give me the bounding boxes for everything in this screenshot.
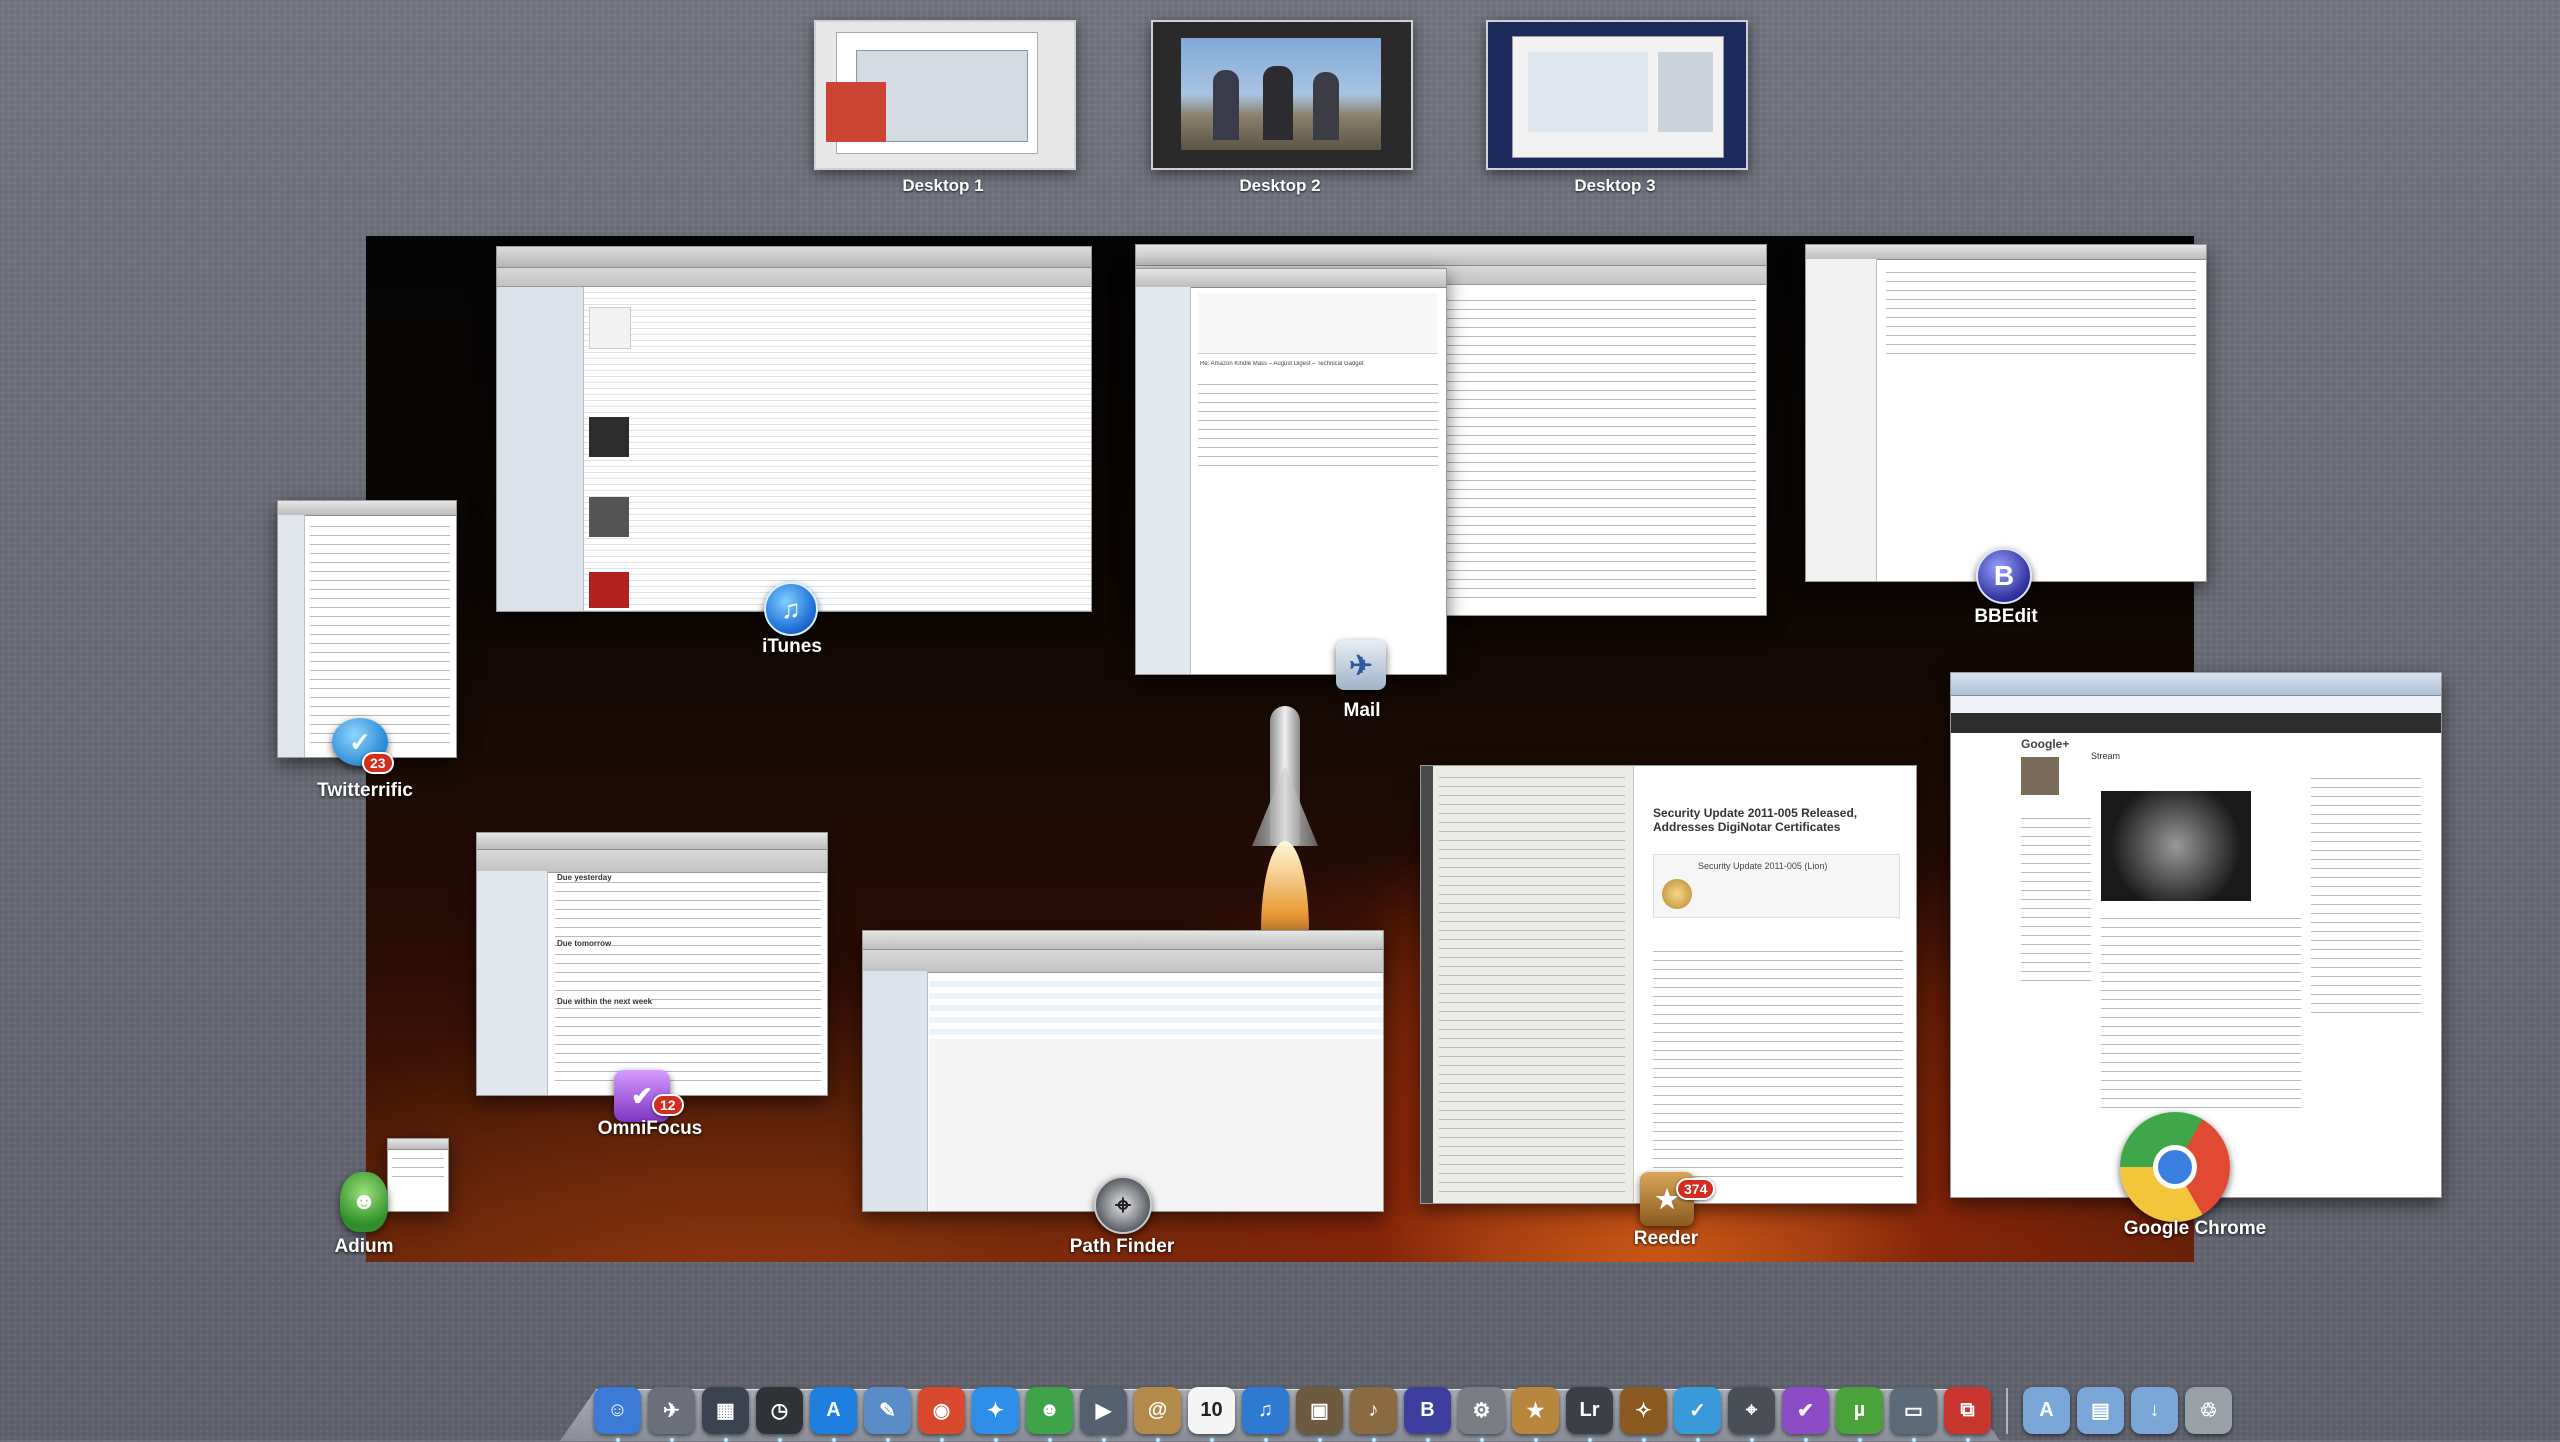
mail-label: Mail <box>1343 700 1381 721</box>
mail-icon[interactable]: ✈ <box>1336 640 1386 690</box>
dock-documents-folder-icon[interactable]: ▤ <box>2077 1387 2124 1434</box>
reeder-article-title: Security Update 2011-005 Released, Addre… <box>1653 806 1858 834</box>
dock-lightroom-icon[interactable]: Lr <box>1566 1387 1613 1442</box>
dock-dashboard-icon[interactable]: ◷ <box>756 1387 803 1442</box>
dock-system-prefs-icon[interactable]: ⚙ <box>1458 1387 1505 1442</box>
running-indicator <box>939 1438 944 1442</box>
running-indicator <box>1155 1438 1160 1442</box>
path-finder-window[interactable] <box>862 930 1384 1212</box>
dock-twitterrific-icon[interactable]: ✓ <box>1674 1387 1721 1442</box>
dock-bbedit-icon[interactable]: B <box>1404 1387 1451 1442</box>
dock-ical-icon[interactable]: 10 <box>1188 1387 1235 1442</box>
space-desktop-1-thumbnail[interactable] <box>814 20 1076 170</box>
running-indicator <box>723 1438 728 1442</box>
path-finder-icon[interactable]: ⌖ <box>1094 1176 1152 1234</box>
mail-compose-window[interactable]: Re: Amazon Kindle Mass – August Digest –… <box>1135 268 1447 675</box>
running-indicator <box>831 1438 836 1442</box>
running-indicator <box>669 1438 674 1442</box>
dock-finder-icon[interactable]: ☺ <box>594 1387 641 1442</box>
running-indicator <box>1587 1438 1592 1442</box>
omnifocus-section-due-tomorrow: Due tomorrow <box>557 939 612 948</box>
dock-mission-control-icon[interactable]: ▦ <box>702 1387 749 1442</box>
reeder-label: Reeder <box>1633 1228 1699 1249</box>
running-indicator <box>1047 1438 1052 1442</box>
space-desktop-3-thumbnail[interactable] <box>1486 20 1748 170</box>
chrome-stream-heading: Stream <box>2091 751 2121 761</box>
running-indicator <box>1479 1438 1484 1442</box>
dock-app-store-icon[interactable]: A <box>810 1387 857 1442</box>
dock-address-book-icon[interactable]: @ <box>1134 1387 1181 1442</box>
dock-preview-icon[interactable]: ✎ <box>864 1387 911 1442</box>
reeder-badge: 374 <box>1676 1178 1716 1200</box>
running-indicator <box>777 1438 782 1442</box>
running-indicator <box>885 1438 890 1442</box>
running-indicator <box>1371 1438 1376 1442</box>
running-indicator <box>1749 1438 1754 1442</box>
running-indicator <box>1641 1438 1646 1442</box>
bbedit-label: BBEdit <box>1974 606 2038 627</box>
reeder-update-name: Security Update 2011-005 (Lion) <box>1698 861 1828 871</box>
dock-disk-utility-icon[interactable]: ▭ <box>1890 1387 1937 1442</box>
dock-reeder-icon[interactable]: ★ <box>1512 1387 1559 1442</box>
reeder-window[interactable]: Security Update 2011-005 Released, Addre… <box>1420 765 1917 1204</box>
dock-applications-folder-icon[interactable]: A <box>2023 1387 2070 1434</box>
adium-window[interactable] <box>387 1138 449 1212</box>
omnifocus-section-due-yesterday: Due yesterday <box>557 873 612 882</box>
google-plus-logo: Google+ <box>2021 737 2070 751</box>
dock-chrome-icon[interactable]: ◉ <box>918 1387 965 1442</box>
itunes-icon[interactable]: ♫ <box>764 582 818 636</box>
space-desktop-3-label: Desktop 3 <box>1574 176 1656 195</box>
space-desktop-1-label: Desktop 1 <box>902 176 984 195</box>
running-indicator <box>1317 1438 1322 1442</box>
dock-garageband-icon[interactable]: ♪ <box>1350 1387 1397 1442</box>
running-indicator <box>1101 1438 1106 1442</box>
dock-trash-icon[interactable]: ♲ <box>2185 1387 2232 1434</box>
bbedit-window[interactable] <box>1805 244 2207 582</box>
running-indicator <box>993 1438 998 1442</box>
chrome-icon[interactable] <box>2120 1112 2230 1222</box>
dock-omnifocus-icon[interactable]: ✔ <box>1782 1387 1829 1442</box>
dock-safari-icon[interactable]: ✦ <box>972 1387 1019 1442</box>
dock-iphoto-icon[interactable]: ▣ <box>1296 1387 1343 1442</box>
omnifocus-window[interactable]: Due yesterday Due tomorrow Due within th… <box>476 832 828 1096</box>
dock-parallels-icon[interactable]: ⧉ <box>1944 1387 1991 1442</box>
running-indicator <box>1857 1438 1862 1442</box>
adium-label: Adium <box>334 1236 394 1257</box>
running-indicator <box>1209 1438 1214 1442</box>
running-indicator <box>1695 1438 1700 1442</box>
omnifocus-section-next-week: Due within the next week <box>557 997 653 1006</box>
dock-separator <box>2006 1388 2008 1434</box>
running-indicator <box>1911 1438 1916 1442</box>
chrome-label: Google Chrome <box>2123 1218 2267 1239</box>
dock-utorrent-icon[interactable]: µ <box>1836 1387 1883 1442</box>
bbedit-icon[interactable]: B <box>1976 548 2032 604</box>
omnifocus-badge: 12 <box>652 1094 684 1116</box>
itunes-window[interactable] <box>496 246 1092 612</box>
twitterrific-badge: 23 <box>362 752 394 774</box>
running-indicator <box>1803 1438 1808 1442</box>
dock-facetime-icon[interactable]: ▶ <box>1080 1387 1127 1442</box>
mail-subject: Re: Amazon Kindle Mass – August Digest –… <box>1200 361 1364 367</box>
running-indicator <box>1965 1438 1970 1442</box>
dock-downloads-folder-icon[interactable]: ↓ <box>2131 1387 2178 1434</box>
twitterrific-label: Twitterrific <box>317 780 413 801</box>
dock-itunes-icon[interactable]: ♫ <box>1242 1387 1289 1442</box>
itunes-label: iTunes <box>762 636 822 657</box>
dock: ☺ ✈ ▦ ◷ A ✎ ◉ ✦ ☻ ▶ @10 ♫ ▣ ♪ B ⚙ ★ Lr ✧ ✓ ⌖ ✔ µ ▭ ⧉ A ▤ ↓ ♲ <box>594 1378 2232 1442</box>
security-update-badge-icon <box>1662 879 1692 909</box>
omnifocus-label: OmniFocus <box>597 1118 703 1139</box>
adium-icon[interactable]: ☻ <box>340 1172 388 1232</box>
running-indicator <box>1263 1438 1268 1442</box>
dock-launchpad-icon[interactable]: ✈ <box>648 1387 695 1442</box>
dock-path-finder-icon[interactable]: ⌖ <box>1728 1387 1775 1442</box>
dock-adium-icon[interactable]: ☻ <box>1026 1387 1073 1442</box>
dock-pixelmator-icon[interactable]: ✧ <box>1620 1387 1667 1442</box>
space-desktop-2-thumbnail[interactable] <box>1151 20 1413 170</box>
path-finder-label: Path Finder <box>1069 1236 1175 1257</box>
running-indicator <box>1533 1438 1538 1442</box>
running-indicator <box>1425 1438 1430 1442</box>
space-desktop-2-label: Desktop 2 <box>1239 176 1321 195</box>
running-indicator <box>615 1438 620 1442</box>
